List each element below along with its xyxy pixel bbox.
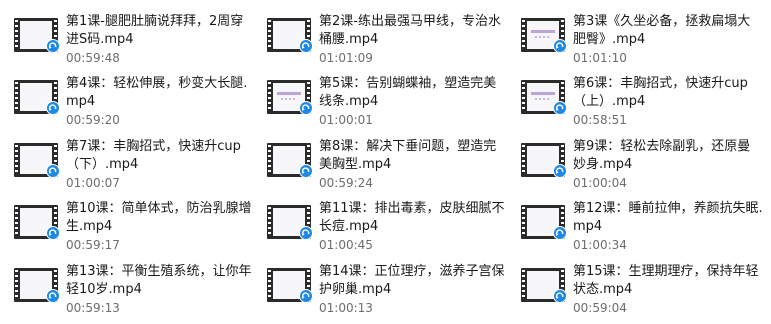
- video-file-item[interactable]: 第10课：简单体式，防治乳腺增生.mp4 00:59:17: [0, 197, 253, 260]
- file-name: 第8课：解决下垂问题，塑造完美胸型.mp4: [319, 139, 497, 172]
- file-name: 第15课：生理期理疗，保持年轻状态.mp4: [573, 264, 759, 297]
- file-name: 第10课：简单体式，防治乳腺增生.mp4: [66, 201, 252, 234]
- thumbnail-slide-title: [531, 30, 555, 33]
- video-file-item[interactable]: 第9课：轻松去除副乳，还原曼妙身.mp4 01:00:04: [507, 135, 771, 197]
- media-player-badge-icon: [46, 226, 60, 240]
- video-file-icon: [519, 201, 571, 245]
- file-name: 第11课：排出毒素，皮肤细腻不长痘.mp4: [319, 201, 505, 234]
- file-duration: 01:00:34: [573, 238, 627, 252]
- media-player-badge-icon: [553, 289, 567, 303]
- file-duration: 00:59:48: [66, 51, 120, 65]
- thumbnail-slide-title: [531, 92, 555, 95]
- video-file-icon: [265, 201, 317, 245]
- file-meta: 第15课：生理期理疗，保持年轻状态.mp4 00:59:04: [573, 260, 763, 316]
- file-name: 第1课-腿肥肚腩说拜拜，2周穿进S码.mp4: [66, 14, 244, 47]
- media-player-badge-icon: [553, 164, 567, 178]
- video-file-icon: [12, 139, 64, 183]
- file-duration: 01:01:10: [573, 51, 627, 65]
- file-name: 第14课：正位理疗，滋养子宫保护卵巢.mp4: [319, 264, 505, 297]
- file-name: 第7课：丰胸招式，快速升cup（下）.mp4: [66, 139, 241, 172]
- file-duration: 01:00:45: [319, 238, 373, 252]
- video-file-icon: [265, 139, 317, 183]
- file-meta: 第4课：轻松伸展，秒变大长腿.mp4 00:59:20: [66, 72, 256, 128]
- file-duration: 01:00:07: [66, 176, 120, 190]
- media-player-badge-icon: [46, 289, 60, 303]
- file-name: 第2课-练出最强马甲线，专治水桶腰.mp4: [319, 14, 501, 47]
- video-file-icon: [265, 76, 317, 120]
- video-file-icon: [12, 201, 64, 245]
- thumbnail-slide-title: [277, 92, 301, 95]
- video-file-item[interactable]: 第1课-腿肥肚腩说拜拜，2周穿进S码.mp4 00:59:48: [0, 10, 253, 72]
- media-player-badge-icon: [299, 101, 313, 115]
- video-file-icon: [519, 139, 571, 183]
- video-file-item[interactable]: 第6课：丰胸招式，快速升cup（上）.mp4 00:58:51: [507, 72, 771, 135]
- file-name: 第3课《久坐必备，拯救扁塌大肥臀》.mp4: [573, 14, 751, 47]
- thumbnail-slide-text: [535, 36, 551, 38]
- file-duration: 00:58:51: [573, 113, 627, 127]
- thumbnail-slide-text: [535, 98, 551, 100]
- video-file-item[interactable]: 第15课：生理期理疗，保持年轻状态.mp4 00:59:04: [507, 260, 771, 324]
- file-name: 第13课：平衡生殖系统，让你年轻10岁.mp4: [66, 264, 252, 297]
- file-meta: 第14课：正位理疗，滋养子宫保护卵巢.mp4 01:00:13: [319, 260, 509, 316]
- file-duration: 00:59:24: [319, 176, 373, 190]
- video-file-icon: [519, 264, 571, 308]
- file-meta: 第5课：告别蝴蝶袖，塑造完美线条.mp4 01:00:01: [319, 72, 509, 128]
- file-duration: 01:01:09: [319, 51, 373, 65]
- file-meta: 第12课：睡前拉伸，养颜抗失眠.mp4 01:00:34: [573, 197, 763, 253]
- video-file-item[interactable]: 第14课：正位理疗，滋养子宫保护卵巢.mp4 01:00:13: [253, 260, 507, 324]
- file-meta: 第11课：排出毒素，皮肤细腻不长痘.mp4 01:00:45: [319, 197, 509, 253]
- video-file-icon: [519, 76, 571, 120]
- media-player-badge-icon: [553, 226, 567, 240]
- file-duration: 00:59:17: [66, 238, 120, 252]
- file-meta: 第10课：简单体式，防治乳腺增生.mp4 00:59:17: [66, 197, 256, 253]
- media-player-badge-icon: [46, 164, 60, 178]
- media-player-badge-icon: [299, 164, 313, 178]
- file-meta: 第8课：解决下垂问题，塑造完美胸型.mp4 00:59:24: [319, 135, 509, 191]
- video-file-item[interactable]: 第11课：排出毒素，皮肤细腻不长痘.mp4 01:00:45: [253, 197, 507, 260]
- file-name: 第5课：告别蝴蝶袖，塑造完美线条.mp4: [319, 76, 497, 109]
- media-player-badge-icon: [299, 289, 313, 303]
- file-meta: 第1课-腿肥肚腩说拜拜，2周穿进S码.mp4 00:59:48: [66, 10, 256, 66]
- video-file-item[interactable]: 第7课：丰胸招式，快速升cup（下）.mp4 01:00:07: [0, 135, 253, 197]
- file-name: 第12课：睡前拉伸，养颜抗失眠.mp4: [573, 201, 763, 234]
- media-player-badge-icon: [46, 101, 60, 115]
- video-file-item[interactable]: 第13课：平衡生殖系统，让你年轻10岁.mp4 00:59:13: [0, 260, 253, 324]
- video-file-icon: [12, 76, 64, 120]
- video-file-item[interactable]: 第2课-练出最强马甲线，专治水桶腰.mp4 01:01:09: [253, 10, 507, 72]
- file-meta: 第3课《久坐必备，拯救扁塌大肥臀》.mp4 01:01:10: [573, 10, 763, 66]
- media-player-badge-icon: [46, 39, 60, 53]
- file-grid: 第1课-腿肥肚腩说拜拜，2周穿进S码.mp4 00:59:48 第2课-练出最强…: [0, 0, 771, 315]
- file-meta: 第9课：轻松去除副乳，还原曼妙身.mp4 01:00:04: [573, 135, 763, 191]
- video-file-item[interactable]: 第8课：解决下垂问题，塑造完美胸型.mp4 00:59:24: [253, 135, 507, 197]
- file-meta: 第2课-练出最强马甲线，专治水桶腰.mp4 01:01:09: [319, 10, 509, 66]
- video-file-icon: [265, 264, 317, 308]
- thumbnail-slide-text: [281, 98, 297, 100]
- file-name: 第6课：丰胸招式，快速升cup（上）.mp4: [573, 76, 748, 109]
- file-meta: 第7课：丰胸招式，快速升cup（下）.mp4 01:00:07: [66, 135, 256, 191]
- file-name: 第9课：轻松去除副乳，还原曼妙身.mp4: [573, 139, 751, 172]
- file-duration: 01:00:01: [319, 113, 373, 127]
- video-file-icon: [519, 14, 571, 58]
- video-file-item[interactable]: 第5课：告别蝴蝶袖，塑造完美线条.mp4 01:00:01: [253, 72, 507, 135]
- video-file-icon: [12, 264, 64, 308]
- file-duration: 01:00:04: [573, 176, 627, 190]
- media-player-badge-icon: [299, 39, 313, 53]
- video-file-item[interactable]: 第3课《久坐必备，拯救扁塌大肥臀》.mp4 01:01:10: [507, 10, 771, 72]
- media-player-badge-icon: [553, 39, 567, 53]
- file-duration: 00:59:20: [66, 113, 120, 127]
- video-file-item[interactable]: 第12课：睡前拉伸，养颜抗失眠.mp4 01:00:34: [507, 197, 771, 260]
- media-player-badge-icon: [553, 101, 567, 115]
- file-name: 第4课：轻松伸展，秒变大长腿.mp4: [66, 76, 248, 109]
- file-meta: 第13课：平衡生殖系统，让你年轻10岁.mp4 00:59:13: [66, 260, 256, 316]
- video-file-icon: [12, 14, 64, 58]
- video-file-item[interactable]: 第4课：轻松伸展，秒变大长腿.mp4 00:59:20: [0, 72, 253, 135]
- media-player-badge-icon: [299, 226, 313, 240]
- video-file-icon: [265, 14, 317, 58]
- file-meta: 第6课：丰胸招式，快速升cup（上）.mp4 00:58:51: [573, 72, 763, 128]
